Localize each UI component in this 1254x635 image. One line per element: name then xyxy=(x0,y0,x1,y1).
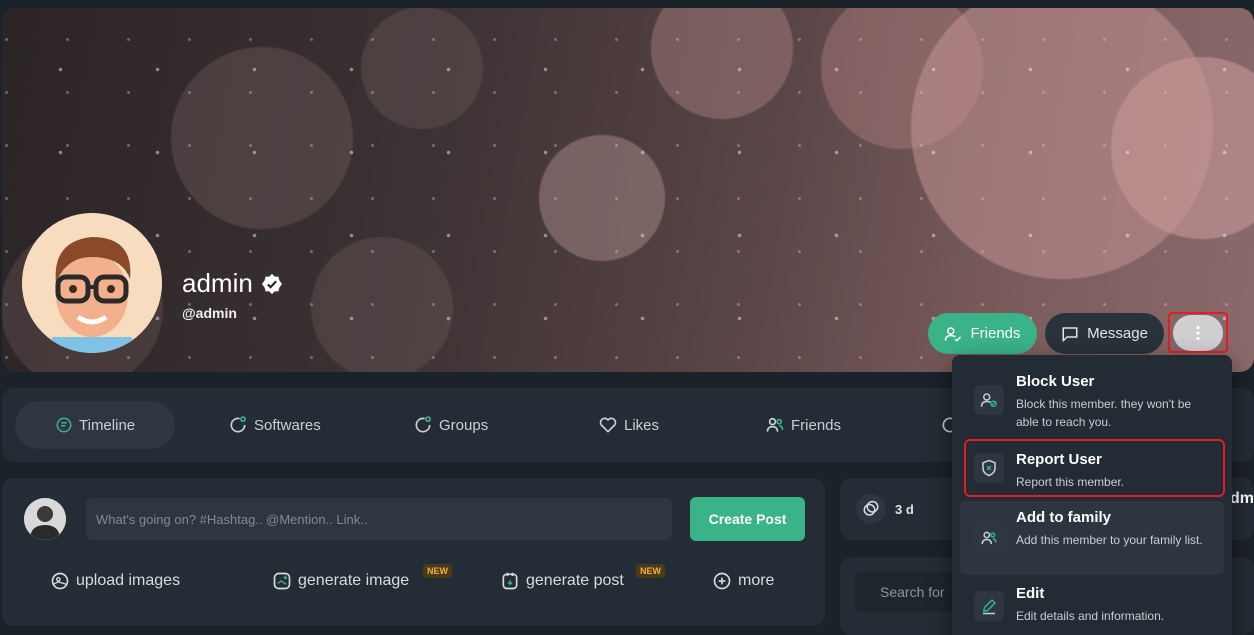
action-label: generate post xyxy=(526,572,624,589)
menu-item-title: Edit xyxy=(1016,585,1045,602)
post-composer: Create Post upload images generate image… xyxy=(2,478,825,626)
generate-post-button[interactable]: generate post xyxy=(500,571,624,591)
generate-image-button[interactable]: generate image xyxy=(272,571,409,591)
tab-timeline[interactable]: Timeline xyxy=(15,401,176,449)
menu-item-edit[interactable]: Edit Edit details and information. xyxy=(960,579,1224,635)
menu-item-title: Report User xyxy=(1016,451,1102,468)
upload-images-button[interactable]: upload images xyxy=(50,571,180,591)
user-check-icon xyxy=(945,326,962,342)
family-icon xyxy=(974,523,1004,553)
friends-button-label: Friends xyxy=(970,325,1021,342)
profile-name: admin xyxy=(182,268,283,299)
tab-groups[interactable]: Groups xyxy=(413,401,488,449)
composer-avatar[interactable] xyxy=(24,498,66,540)
menu-item-description: Report this member. xyxy=(1016,475,1125,489)
activity-icon xyxy=(856,494,886,524)
menu-item-description: Block this member. they won't be able to… xyxy=(1016,397,1192,429)
partial-card-text: dm xyxy=(1230,490,1254,507)
profile-handle: @admin xyxy=(182,305,237,321)
user-block-icon xyxy=(974,385,1004,415)
profile-options-menu: Block User Block this member. they won't… xyxy=(952,355,1232,635)
new-badge: NEW xyxy=(423,564,452,578)
menu-item-title: Add to family xyxy=(1016,509,1112,526)
tab-label: Friends xyxy=(791,416,842,434)
more-options-button[interactable] xyxy=(1168,312,1228,353)
heart-icon xyxy=(599,417,617,433)
action-label: generate image xyxy=(298,572,410,589)
avatar[interactable] xyxy=(22,213,162,353)
generate-post-icon xyxy=(502,572,518,590)
tab-label: Groups xyxy=(439,416,489,434)
menu-item-block-user[interactable]: Block User Block this member. they won't… xyxy=(960,365,1224,437)
menu-item-description: Edit details and information. xyxy=(1016,609,1165,623)
action-label: upload images xyxy=(76,572,181,589)
message-button[interactable]: Message xyxy=(1045,313,1164,354)
post-input[interactable] xyxy=(86,498,672,540)
image-upload-icon xyxy=(51,572,69,590)
groups-icon xyxy=(415,416,431,433)
friends-icon xyxy=(766,417,784,432)
new-badge: NEW xyxy=(636,564,665,578)
more-vertical-icon xyxy=(1173,314,1223,351)
tab-softwares[interactable]: Softwares xyxy=(228,401,321,449)
timeline-icon xyxy=(56,417,72,433)
profile-name-text: admin xyxy=(182,268,253,298)
report-icon xyxy=(974,453,1004,483)
menu-item-report-user[interactable]: Report User Report this member. xyxy=(964,439,1225,497)
plus-circle-icon xyxy=(713,572,731,590)
chat-icon xyxy=(1062,326,1078,341)
menu-item-description: Add this member to your family list. xyxy=(1016,533,1203,547)
friends-button[interactable]: Friends xyxy=(928,313,1037,354)
tab-label: Softwares xyxy=(254,416,321,434)
verified-icon xyxy=(261,273,282,294)
more-actions-button[interactable]: more xyxy=(712,571,774,591)
tab-likes[interactable]: Likes xyxy=(598,401,659,449)
message-button-label: Message xyxy=(1087,325,1148,342)
tab-label: Likes xyxy=(624,416,660,434)
tab-friends[interactable]: Friends xyxy=(765,401,841,449)
softwares-icon xyxy=(230,416,246,433)
create-post-button[interactable]: Create Post xyxy=(690,497,805,541)
activity-label: 3 d xyxy=(895,502,914,517)
menu-item-title: Block User xyxy=(1016,373,1095,390)
action-label: more xyxy=(738,572,775,589)
generate-image-icon xyxy=(273,572,291,590)
edit-icon xyxy=(974,591,1004,621)
menu-item-add-to-family[interactable]: Add to family Add this member to your fa… xyxy=(960,501,1224,575)
tab-label: Timeline xyxy=(79,416,136,434)
